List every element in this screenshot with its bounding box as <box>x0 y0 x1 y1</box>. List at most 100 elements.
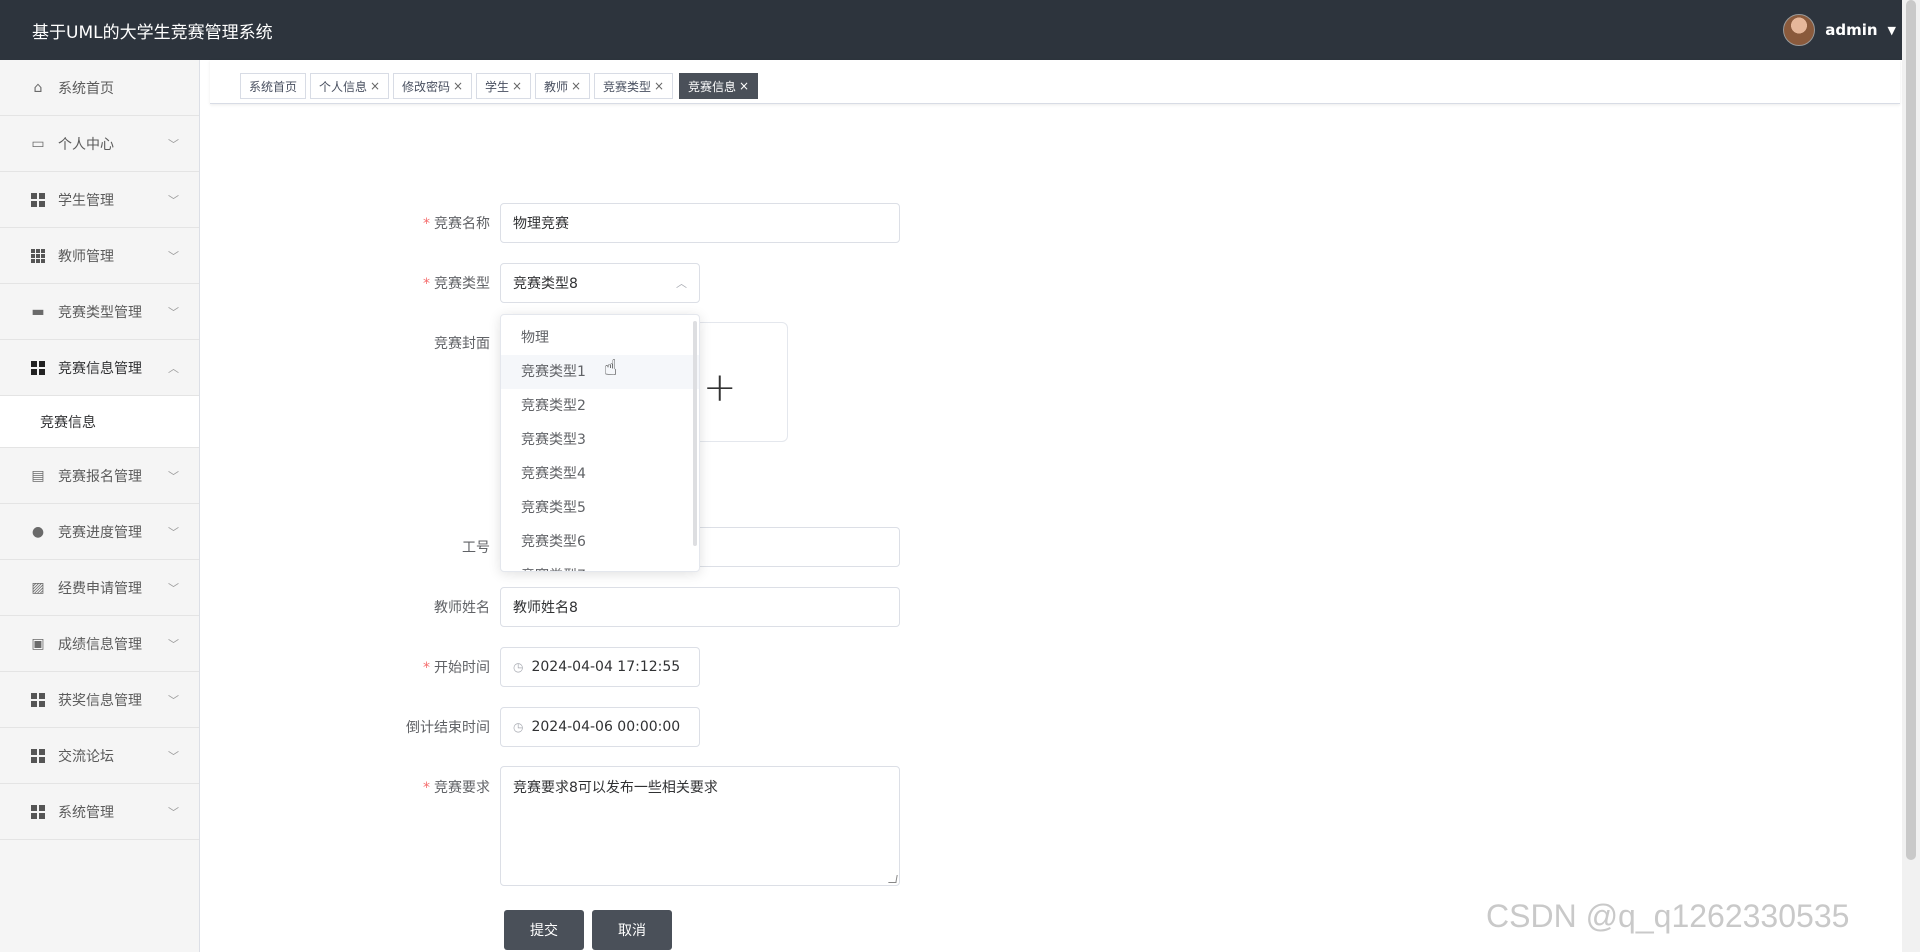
sidebar-item-label: 竞赛类型管理 <box>58 304 142 321</box>
dropdown-scrollbar[interactable] <box>693 321 697 546</box>
dropdown-option[interactable]: 竞赛类型5 <box>501 491 699 525</box>
user-icon: ● <box>31 523 45 540</box>
sidebar-item-teachers[interactable]: 教师管理 ﹀ <box>0 228 199 284</box>
sidebar-item-system[interactable]: 系统管理 ﹀ <box>0 784 199 840</box>
sidebar-item-scores[interactable]: ▣ 成绩信息管理 ﹀ <box>0 616 199 672</box>
chevron-down-icon: ﹀ <box>168 138 179 151</box>
sidebar-item-label: 竞赛信息管理 <box>58 360 142 377</box>
username[interactable]: admin <box>1825 21 1877 39</box>
close-icon[interactable]: × <box>512 79 522 93</box>
close-icon[interactable]: × <box>654 79 664 93</box>
sidebar-item-label: 学生管理 <box>58 192 114 209</box>
requirements-label: * 竞赛要求 <box>423 780 490 796</box>
chevron-down-icon: ﹀ <box>168 694 179 707</box>
start-time-picker[interactable]: ◷ 2024-04-04 17:12:55 <box>500 647 700 687</box>
chevron-up-icon: ︿ <box>676 277 687 290</box>
sidebar-item-funding[interactable]: ▨ 经费申请管理 ﹀ <box>0 560 199 616</box>
chevron-down-icon: ﹀ <box>168 806 179 819</box>
tab-profile[interactable]: 个人信息 × <box>310 73 390 99</box>
hand-cursor-icon: ☝ <box>604 356 618 381</box>
end-time-label: 倒计结束时间 <box>406 720 490 736</box>
cover-label: 竞赛封面 <box>434 336 490 352</box>
dropdown-option[interactable]: 竞赛类型2 <box>501 389 699 423</box>
clipboard-check-icon: ▣ <box>31 635 45 652</box>
teacher-name-input[interactable]: 教师姓名8 <box>500 587 900 627</box>
competition-name-input[interactable]: 物理竞赛 <box>500 203 900 243</box>
resize-handle[interactable] <box>888 875 898 883</box>
briefcase-icon: ▬ <box>31 303 45 320</box>
job-no-label: 工号 <box>462 540 490 556</box>
scrollbar-thumb[interactable] <box>1906 0 1916 860</box>
close-icon[interactable]: × <box>453 79 463 93</box>
close-icon[interactable]: × <box>370 79 380 93</box>
chart-icon: ▨ <box>31 579 45 596</box>
dropdown-option[interactable]: 竞赛类型4 <box>501 457 699 491</box>
sidebar-item-label: 竞赛进度管理 <box>58 524 142 541</box>
tab-label: 学生 <box>485 79 510 94</box>
top-header: 基于UML的大学生竞赛管理系统 admin ▼ <box>0 0 1920 60</box>
dropdown-option[interactable]: 竞赛类型3 <box>501 423 699 457</box>
sidebar-item-forum[interactable]: 交流论坛 ﹀ <box>0 728 199 784</box>
tab-label: 竞赛类型 <box>603 79 652 94</box>
sidebar-item-label: 成绩信息管理 <box>58 636 142 653</box>
close-icon[interactable]: × <box>571 79 581 93</box>
sidebar-item-label: 交流论坛 <box>58 748 114 765</box>
teacher-name-label: 教师姓名 <box>434 600 490 616</box>
tab-label: 个人信息 <box>319 79 368 94</box>
chevron-down-icon: ﹀ <box>168 250 179 263</box>
grid-icon <box>30 192 46 208</box>
tab-students[interactable]: 学生 × <box>476 73 532 99</box>
plus-icon: + <box>703 365 737 411</box>
sidebar: ⌂ 系统首页 ▭ 个人中心 ﹀ 学生管理 ﹀ 教师管理 ﹀ ▬ 竞赛类型管理 ﹀… <box>0 60 200 952</box>
chevron-down-icon: ﹀ <box>168 582 179 595</box>
tab-label: 教师 <box>544 79 569 94</box>
end-time-picker[interactable]: ◷ 2024-04-06 00:00:00 <box>500 707 700 747</box>
chevron-down-icon: ﹀ <box>168 470 179 483</box>
tab-teachers[interactable]: 教师 × <box>535 73 591 99</box>
dropdown-option[interactable]: 竞赛类型6 <box>501 525 699 559</box>
sidebar-item-students[interactable]: 学生管理 ﹀ <box>0 172 199 228</box>
sidebar-item-home[interactable]: ⌂ 系统首页 <box>0 60 199 116</box>
tab-label: 竞赛信息 <box>688 79 737 94</box>
competition-type-dropdown: 物理 竞赛类型1 竞赛类型2 竞赛类型3 竞赛类型4 竞赛类型5 竞赛类型6 竞… <box>500 314 700 572</box>
chevron-up-icon: ︿ <box>168 362 179 375</box>
dropdown-option[interactable]: 竞赛类型7 <box>501 559 699 571</box>
home-icon: ⌂ <box>33 79 43 96</box>
close-icon[interactable]: × <box>739 79 749 93</box>
submit-button[interactable]: 提交 <box>504 910 584 950</box>
tab-competition-types[interactable]: 竞赛类型 × <box>594 73 674 99</box>
sidebar-item-profile[interactable]: ▭ 个人中心 ﹀ <box>0 116 199 172</box>
chevron-down-icon: ﹀ <box>168 750 179 763</box>
type-label: * 竞赛类型 <box>423 276 490 292</box>
grid-icon <box>30 748 46 764</box>
dropdown-option[interactable]: 物理 <box>501 321 699 355</box>
avatar[interactable] <box>1783 14 1816 46</box>
competition-type-select[interactable]: 竞赛类型8 ︿ <box>500 263 700 303</box>
sidebar-item-competition-info[interactable]: 竞赛信息管理 ︿ <box>0 340 199 396</box>
sidebar-item-label: 个人中心 <box>58 136 114 153</box>
tab-label: 系统首页 <box>249 79 298 94</box>
clipboard-icon: ▤ <box>31 467 45 484</box>
clock-icon: ◷ <box>513 720 524 734</box>
caret-down-icon[interactable]: ▼ <box>1888 24 1896 37</box>
sidebar-item-progress[interactable]: ● 竞赛进度管理 ﹀ <box>0 504 199 560</box>
start-time-label: * 开始时间 <box>423 660 490 676</box>
sidebar-subitem-competition-info[interactable]: 竞赛信息 <box>0 396 199 448</box>
tab-change-password[interactable]: 修改密码 × <box>393 73 473 99</box>
page-scrollbar[interactable] <box>1902 0 1920 952</box>
tab-competition-info[interactable]: 竞赛信息 × <box>679 73 759 99</box>
requirements-textarea[interactable]: 竞赛要求8可以发布一些相关要求 <box>500 766 900 886</box>
sidebar-item-competition-types[interactable]: ▬ 竞赛类型管理 ﹀ <box>0 284 199 340</box>
sidebar-subitem-label: 竞赛信息 <box>40 414 96 431</box>
grid-icon <box>30 360 46 376</box>
sidebar-item-awards[interactable]: 获奖信息管理 ﹀ <box>0 672 199 728</box>
cancel-button[interactable]: 取消 <box>592 910 672 950</box>
user-menu[interactable]: admin ▼ <box>1783 14 1896 46</box>
chevron-down-icon: ﹀ <box>168 526 179 539</box>
sidebar-item-label: 系统首页 <box>58 80 114 97</box>
dropdown-option[interactable]: 竞赛类型1 <box>501 355 699 389</box>
chevron-down-icon: ﹀ <box>168 306 179 319</box>
watermark: CSDN @q_q1262330535 <box>1486 898 1850 934</box>
tab-home[interactable]: 系统首页 <box>240 73 307 99</box>
sidebar-item-registration[interactable]: ▤ 竞赛报名管理 ﹀ <box>0 448 199 504</box>
